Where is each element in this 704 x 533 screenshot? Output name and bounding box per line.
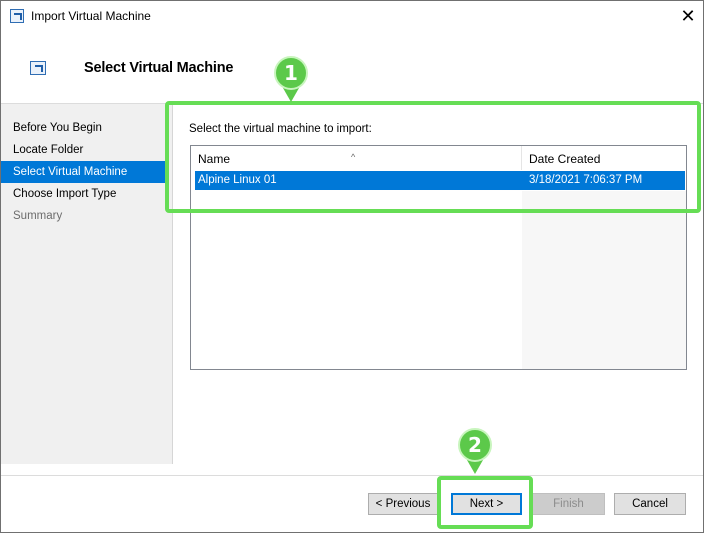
- nav-item-select-virtual-machine[interactable]: Select Virtual Machine: [1, 161, 165, 183]
- nav-item-choose-import-type[interactable]: Choose Import Type: [1, 183, 165, 205]
- import-vm-icon: [10, 9, 24, 23]
- highlight-box-next-button: [437, 476, 533, 529]
- title-bar: Import Virtual Machine ✕: [1, 1, 703, 31]
- highlight-box-vm-list: [165, 101, 701, 213]
- wizard-header-icon: [30, 61, 46, 75]
- step-marker-2: 2: [458, 428, 492, 462]
- nav-item-before-you-begin[interactable]: Before You Begin: [1, 117, 165, 139]
- window-title: Import Virtual Machine: [31, 9, 151, 23]
- close-button[interactable]: ✕: [673, 3, 703, 29]
- page-title: Select Virtual Machine: [84, 60, 234, 76]
- nav-item-summary: Summary: [13, 210, 63, 222]
- marker-1-pointer: [283, 88, 299, 102]
- footer-divider: [1, 475, 703, 476]
- column-shade: [522, 191, 686, 369]
- marker-2-pointer: [467, 460, 483, 474]
- finish-button: Finish: [532, 493, 605, 515]
- previous-button[interactable]: < Previous: [368, 493, 438, 515]
- cancel-button[interactable]: Cancel: [614, 493, 686, 515]
- step-marker-1: 1: [274, 56, 308, 90]
- nav-item-locate-folder[interactable]: Locate Folder: [1, 139, 165, 161]
- wizard-steps-sidebar: Before You Begin Locate Folder Select Vi…: [1, 104, 172, 464]
